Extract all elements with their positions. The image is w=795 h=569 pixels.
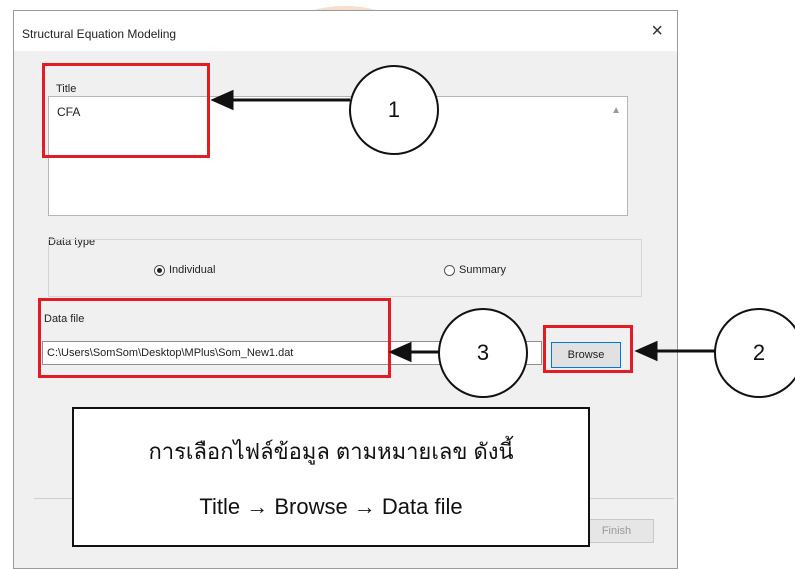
- radio-individual-label: Individual: [169, 264, 216, 276]
- browse-highlight-box: [543, 325, 633, 373]
- marker-2: 2: [714, 308, 795, 398]
- marker-3: 3: [438, 308, 528, 398]
- data-type-group: [48, 239, 642, 297]
- radio-summary[interactable]: Summary: [444, 264, 506, 276]
- data-file-highlight-box: [38, 298, 391, 378]
- radio-selected-icon: [154, 264, 165, 276]
- finish-button[interactable]: Finish: [579, 519, 654, 543]
- callout-sequence-text: Title → Browse → Data file: [199, 494, 463, 519]
- callout-instruction-text: การเลือกไฟล์ข้อมูล ตามหมายเลข ดังนี้: [148, 439, 514, 464]
- title-highlight-box: [42, 63, 210, 158]
- instruction-callout: การเลือกไฟล์ข้อมูล ตามหมายเลข ดังนี้ Tit…: [72, 407, 590, 547]
- marker-1: 1: [349, 65, 439, 155]
- radio-individual[interactable]: Individual: [154, 264, 215, 276]
- scroll-up-icon[interactable]: ▲: [611, 105, 621, 116]
- close-icon[interactable]: ×: [651, 21, 663, 41]
- dialog-title: Structural Equation Modeling: [22, 27, 177, 41]
- dialog-titlebar: Structural Equation Modeling ×: [14, 11, 677, 51]
- radio-summary-label: Summary: [459, 264, 507, 276]
- radio-unselected-icon: [444, 264, 455, 276]
